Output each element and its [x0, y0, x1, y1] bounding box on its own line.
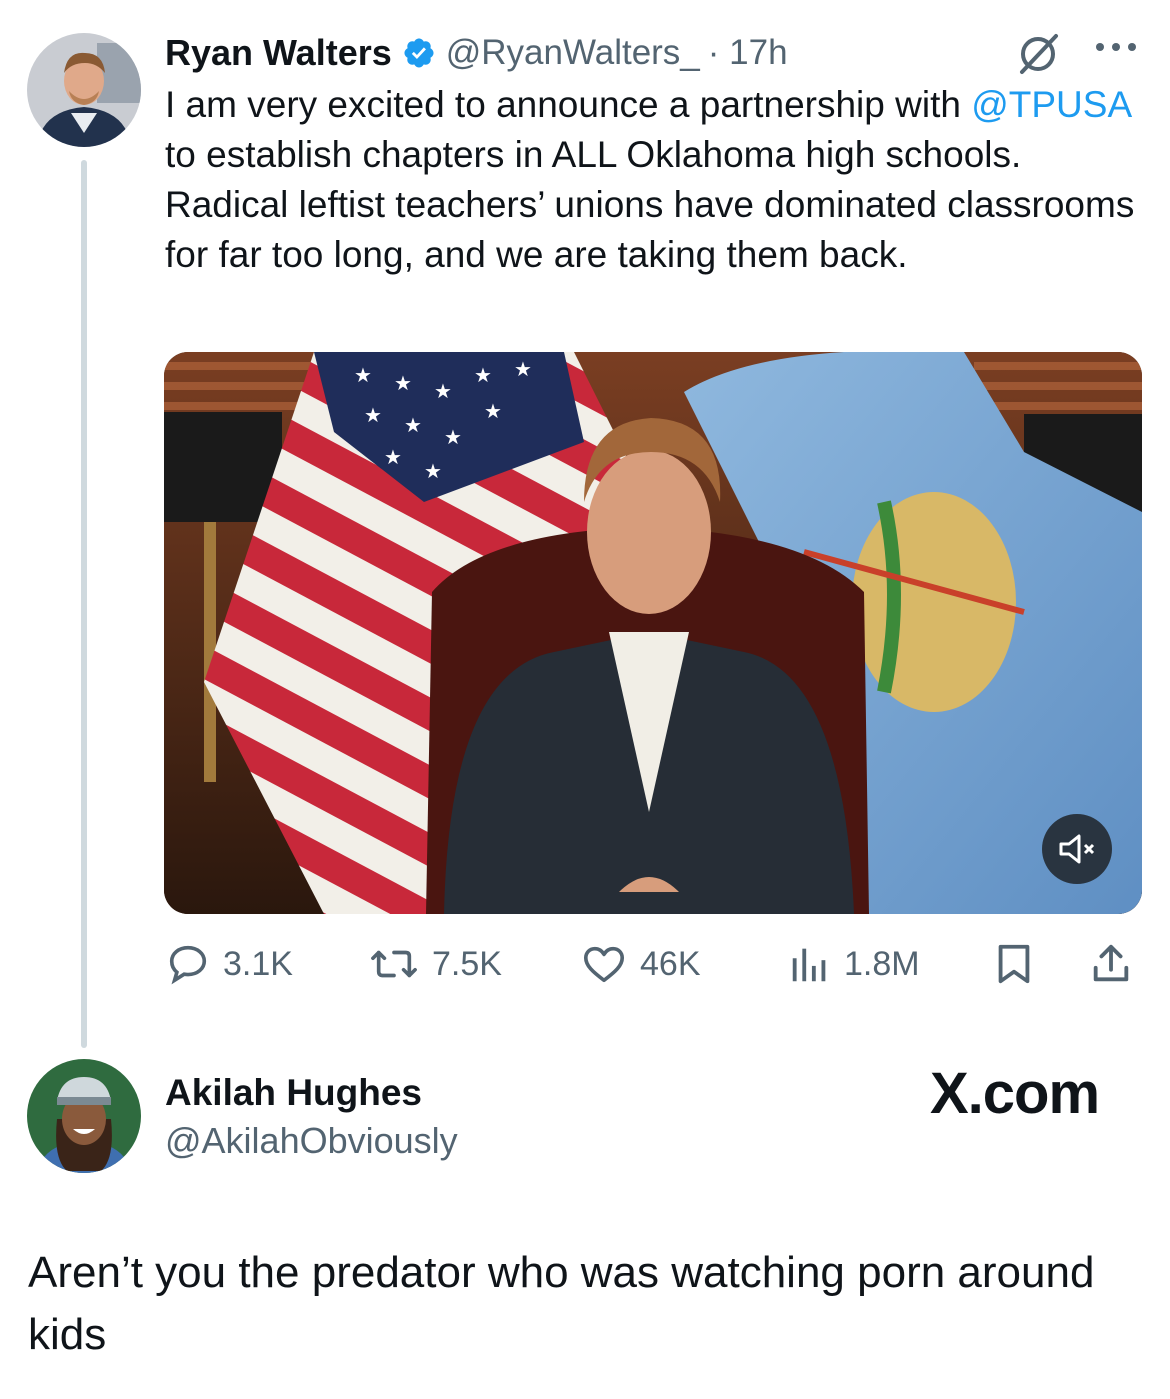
svg-text:★: ★ [444, 425, 462, 449]
thread-line [81, 160, 87, 1048]
svg-text:★: ★ [434, 379, 452, 403]
repost-count: 7.5K [432, 944, 502, 983]
reply-text: Aren’t you the predator who was watching… [28, 1248, 1095, 1359]
repost-icon [371, 950, 417, 978]
views-button[interactable]: 1.8M [788, 936, 920, 992]
reply-author-name[interactable]: Akilah Hughes [165, 1072, 422, 1114]
mute-button[interactable] [1042, 814, 1112, 884]
verified-badge-icon [404, 38, 434, 68]
bookmark-icon [998, 944, 1030, 984]
like-count: 46K [640, 944, 701, 983]
author-handle[interactable]: @RyanWalters_ [446, 33, 700, 73]
tweet-text: I am very excited to announce a partners… [165, 80, 1145, 280]
reply-count: 3.1K [223, 944, 293, 983]
svg-text:★: ★ [474, 363, 492, 387]
views-icon [792, 948, 826, 982]
reply-icon [169, 945, 207, 985]
tweet-text-part: I am very excited to announce a partners… [165, 84, 972, 125]
tweet-video[interactable]: ★ ★ ★ ★ ★ ★ ★ ★ ★ ★ ★ [164, 352, 1142, 914]
video-frame: ★ ★ ★★ ★ ★ ★ ★★ ★★ [164, 352, 1142, 914]
like-icon [583, 946, 625, 983]
reply-author-handle[interactable]: @AkilahObviously [165, 1120, 458, 1162]
like-button[interactable]: 46K [580, 936, 701, 992]
mute-icon [1059, 834, 1095, 864]
author-avatar[interactable] [27, 33, 141, 147]
grok-icon[interactable] [1014, 30, 1062, 78]
reply-button[interactable]: 3.1K [165, 936, 293, 992]
tweet-time[interactable]: · 17h [708, 33, 788, 73]
svg-text:★: ★ [404, 413, 422, 437]
tweet-actions: 3.1K 7.5K 46K 1.8M [0, 936, 1170, 992]
brand-logo-text: X.com [930, 1061, 1100, 1126]
views-count: 1.8M [844, 944, 920, 983]
svg-text:★: ★ [424, 459, 442, 483]
share-button[interactable] [1088, 936, 1146, 992]
tweet-text-part: to establish chapters in ALL Oklahoma hi… [165, 134, 1135, 275]
more-icon[interactable] [1094, 40, 1138, 54]
svg-text:★: ★ [354, 363, 372, 387]
bookmark-button[interactable] [994, 936, 1046, 992]
svg-text:★: ★ [484, 399, 502, 423]
repost-button[interactable]: 7.5K [368, 936, 502, 992]
author-name[interactable]: Ryan Walters [165, 32, 392, 74]
mention-link[interactable]: @TPUSA [971, 84, 1130, 125]
svg-text:★: ★ [364, 403, 382, 427]
reply-author-avatar[interactable] [27, 1059, 141, 1173]
tweet-header: Ryan Walters @RyanWalters_ · 17h [165, 28, 788, 78]
share-icon [1093, 944, 1129, 982]
svg-text:★: ★ [384, 445, 402, 469]
svg-text:★: ★ [514, 357, 532, 381]
svg-text:★: ★ [394, 371, 412, 395]
